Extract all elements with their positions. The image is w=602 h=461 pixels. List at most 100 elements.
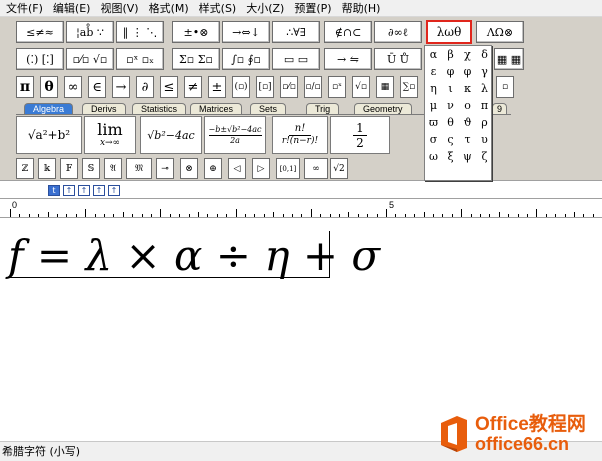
- fraction-template-button[interactable]: ▫⁄▫: [280, 76, 298, 98]
- greek-theta[interactable]: θ: [442, 114, 459, 131]
- otimes-symbol-button[interactable]: ⊗: [180, 158, 198, 179]
- menu-style[interactable]: 样式(S): [196, 1, 244, 16]
- greek-lambda[interactable]: λ: [476, 80, 493, 97]
- set-theory-palette-button[interactable]: ∉∩⊂: [324, 21, 372, 43]
- greek-uppercase-palette-button[interactable]: ΛΩ⊗: [476, 21, 524, 43]
- menu-format[interactable]: 格式(M): [146, 1, 196, 16]
- infinity-symbol-button[interactable]: ∞: [304, 158, 328, 179]
- slash-fraction-template-button[interactable]: ▫/▫: [304, 76, 322, 98]
- arrows-palette-button[interactable]: →⇔↓: [222, 21, 270, 43]
- template-discriminant[interactable]: √b²−4ac: [140, 116, 202, 154]
- equation-editor[interactable]: f = λ × α ÷ η + σ: [0, 219, 602, 441]
- embellishments-palette-button[interactable]: ‖ ⋮ ⋱: [116, 21, 164, 43]
- greek-epsilon[interactable]: ε: [425, 63, 442, 80]
- partial-button[interactable]: ∂: [136, 76, 154, 98]
- template-quadratic[interactable]: −b±√b²−4ac 2a: [204, 116, 266, 154]
- menu-view[interactable]: 视图(V): [97, 1, 145, 16]
- menu-preferences[interactable]: 预置(P): [291, 1, 338, 16]
- greek-beta[interactable]: β: [442, 46, 459, 63]
- greek-sigma[interactable]: σ: [425, 131, 442, 148]
- less-equal-button[interactable]: ≤: [160, 76, 178, 98]
- superscript-template-button[interactable]: ▫ˣ: [328, 76, 346, 98]
- nav-up-button-1[interactable]: ↑: [63, 185, 75, 196]
- integers-symbol-button[interactable]: ℤ: [16, 158, 34, 179]
- theta-button[interactable]: θ: [40, 76, 58, 98]
- element-of-button[interactable]: ∈: [88, 76, 106, 98]
- interval-symbol-button[interactable]: [0,1]: [276, 158, 300, 179]
- ruler-tick: [151, 214, 152, 217]
- summation-templates-button[interactable]: Σ▫ Σ▫: [172, 48, 220, 70]
- greek-zeta[interactable]: ζ: [476, 148, 493, 165]
- plus-minus-button[interactable]: ±: [208, 76, 226, 98]
- box-template-button[interactable]: ▫: [496, 76, 514, 98]
- nav-text-button[interactable]: t: [48, 185, 60, 196]
- template-pythagorean[interactable]: √a²+b²: [16, 116, 82, 154]
- infinity-button[interactable]: ∞: [64, 76, 82, 98]
- nav-up-button-3[interactable]: ↑: [93, 185, 105, 196]
- operators-palette-button[interactable]: ±•⊗: [172, 21, 220, 43]
- greek-final-sigma[interactable]: ς: [442, 131, 459, 148]
- greek-varphi[interactable]: φ: [459, 63, 476, 80]
- relations-palette-button[interactable]: ≤≠≈: [16, 21, 64, 43]
- menu-file[interactable]: 文件(F): [3, 1, 50, 16]
- menu-size[interactable]: 大小(Z): [243, 1, 291, 16]
- greek-tau[interactable]: τ: [459, 131, 476, 148]
- field-f-symbol-button[interactable]: 𝔽: [60, 158, 78, 179]
- greek-varpi[interactable]: ϖ: [425, 114, 442, 131]
- multimap-symbol-button[interactable]: ⊸: [156, 158, 174, 179]
- fence-templates-button[interactable]: (⁚) [⁚]: [16, 48, 64, 70]
- greek-omega[interactable]: ω: [425, 148, 442, 165]
- greek-upsilon[interactable]: υ: [476, 131, 493, 148]
- nav-up-button-2[interactable]: ↑: [78, 185, 90, 196]
- fraktur-a-symbol-button[interactable]: 𝔄: [104, 158, 122, 179]
- greek-omicron[interactable]: ο: [459, 97, 476, 114]
- template-half[interactable]: 1 2: [330, 116, 390, 154]
- fraktur-m-symbol-button[interactable]: 𝔐: [126, 158, 152, 179]
- misc-symbols-palette-button[interactable]: ∂∞ℓ: [374, 21, 422, 43]
- sqrt-template-button[interactable]: √▫: [352, 76, 370, 98]
- greek-alpha[interactable]: α: [425, 46, 442, 63]
- fraction-radical-templates-button[interactable]: ▫⁄▫ √▫: [66, 48, 114, 70]
- spaces-palette-button[interactable]: ¦ab̊ ∵: [66, 21, 114, 43]
- field-k-symbol-button[interactable]: 𝕜: [38, 158, 56, 179]
- greek-delta[interactable]: δ: [476, 46, 493, 63]
- menu-help[interactable]: 帮助(H): [339, 1, 388, 16]
- template-limit[interactable]: lim x→∞: [84, 116, 136, 154]
- template-combination[interactable]: n! r!(n−r)!: [272, 116, 328, 154]
- set-s-symbol-button[interactable]: 𝕊: [82, 158, 100, 179]
- greek-chi[interactable]: χ: [459, 46, 476, 63]
- greek-xi[interactable]: ξ: [442, 148, 459, 165]
- script-templates-button[interactable]: ▫ˣ ▫ₓ: [116, 48, 164, 70]
- greek-mu[interactable]: μ: [425, 97, 442, 114]
- greek-nu[interactable]: ν: [442, 97, 459, 114]
- greek-kappa[interactable]: κ: [459, 80, 476, 97]
- greek-pi[interactable]: π: [476, 97, 493, 114]
- grid-template-button[interactable]: ▦: [376, 76, 394, 98]
- bar-templates-button[interactable]: ▭ ▭: [272, 48, 320, 70]
- arrow-button[interactable]: →: [112, 76, 130, 98]
- oplus-symbol-button[interactable]: ⊕: [204, 158, 222, 179]
- integral-templates-button[interactable]: ∫▫ ∮▫: [222, 48, 270, 70]
- greek-rho[interactable]: ρ: [476, 114, 493, 131]
- products-templates-button[interactable]: Ū Ů: [374, 48, 422, 70]
- matrix-templates-button[interactable]: ▦ ▦: [494, 48, 524, 70]
- greek-vartheta[interactable]: ϑ: [459, 114, 476, 131]
- pi-button[interactable]: π: [16, 76, 34, 98]
- greek-iota[interactable]: ι: [442, 80, 459, 97]
- greek-gamma[interactable]: γ: [476, 63, 493, 80]
- logic-palette-button[interactable]: ∴∀∃: [272, 21, 320, 43]
- greek-eta[interactable]: η: [425, 80, 442, 97]
- nav-up-button-4[interactable]: ↑: [108, 185, 120, 196]
- greek-lowercase-palette-button[interactable]: λωθ: [426, 20, 472, 44]
- sum-template-button[interactable]: ∑▫: [400, 76, 418, 98]
- labeled-arrow-templates-button[interactable]: → ⇋: [324, 48, 372, 70]
- sqrt2-symbol-button[interactable]: √2: [330, 158, 348, 179]
- right-triangle-symbol-button[interactable]: ▷: [252, 158, 270, 179]
- parens-template-button[interactable]: (▫): [232, 76, 250, 98]
- left-triangle-symbol-button[interactable]: ◁: [228, 158, 246, 179]
- greek-psi[interactable]: ψ: [459, 148, 476, 165]
- menu-edit[interactable]: 编辑(E): [50, 1, 98, 16]
- brackets-template-button[interactable]: [▫]: [256, 76, 274, 98]
- not-equal-button[interactable]: ≠: [184, 76, 202, 98]
- greek-phi[interactable]: φ: [442, 63, 459, 80]
